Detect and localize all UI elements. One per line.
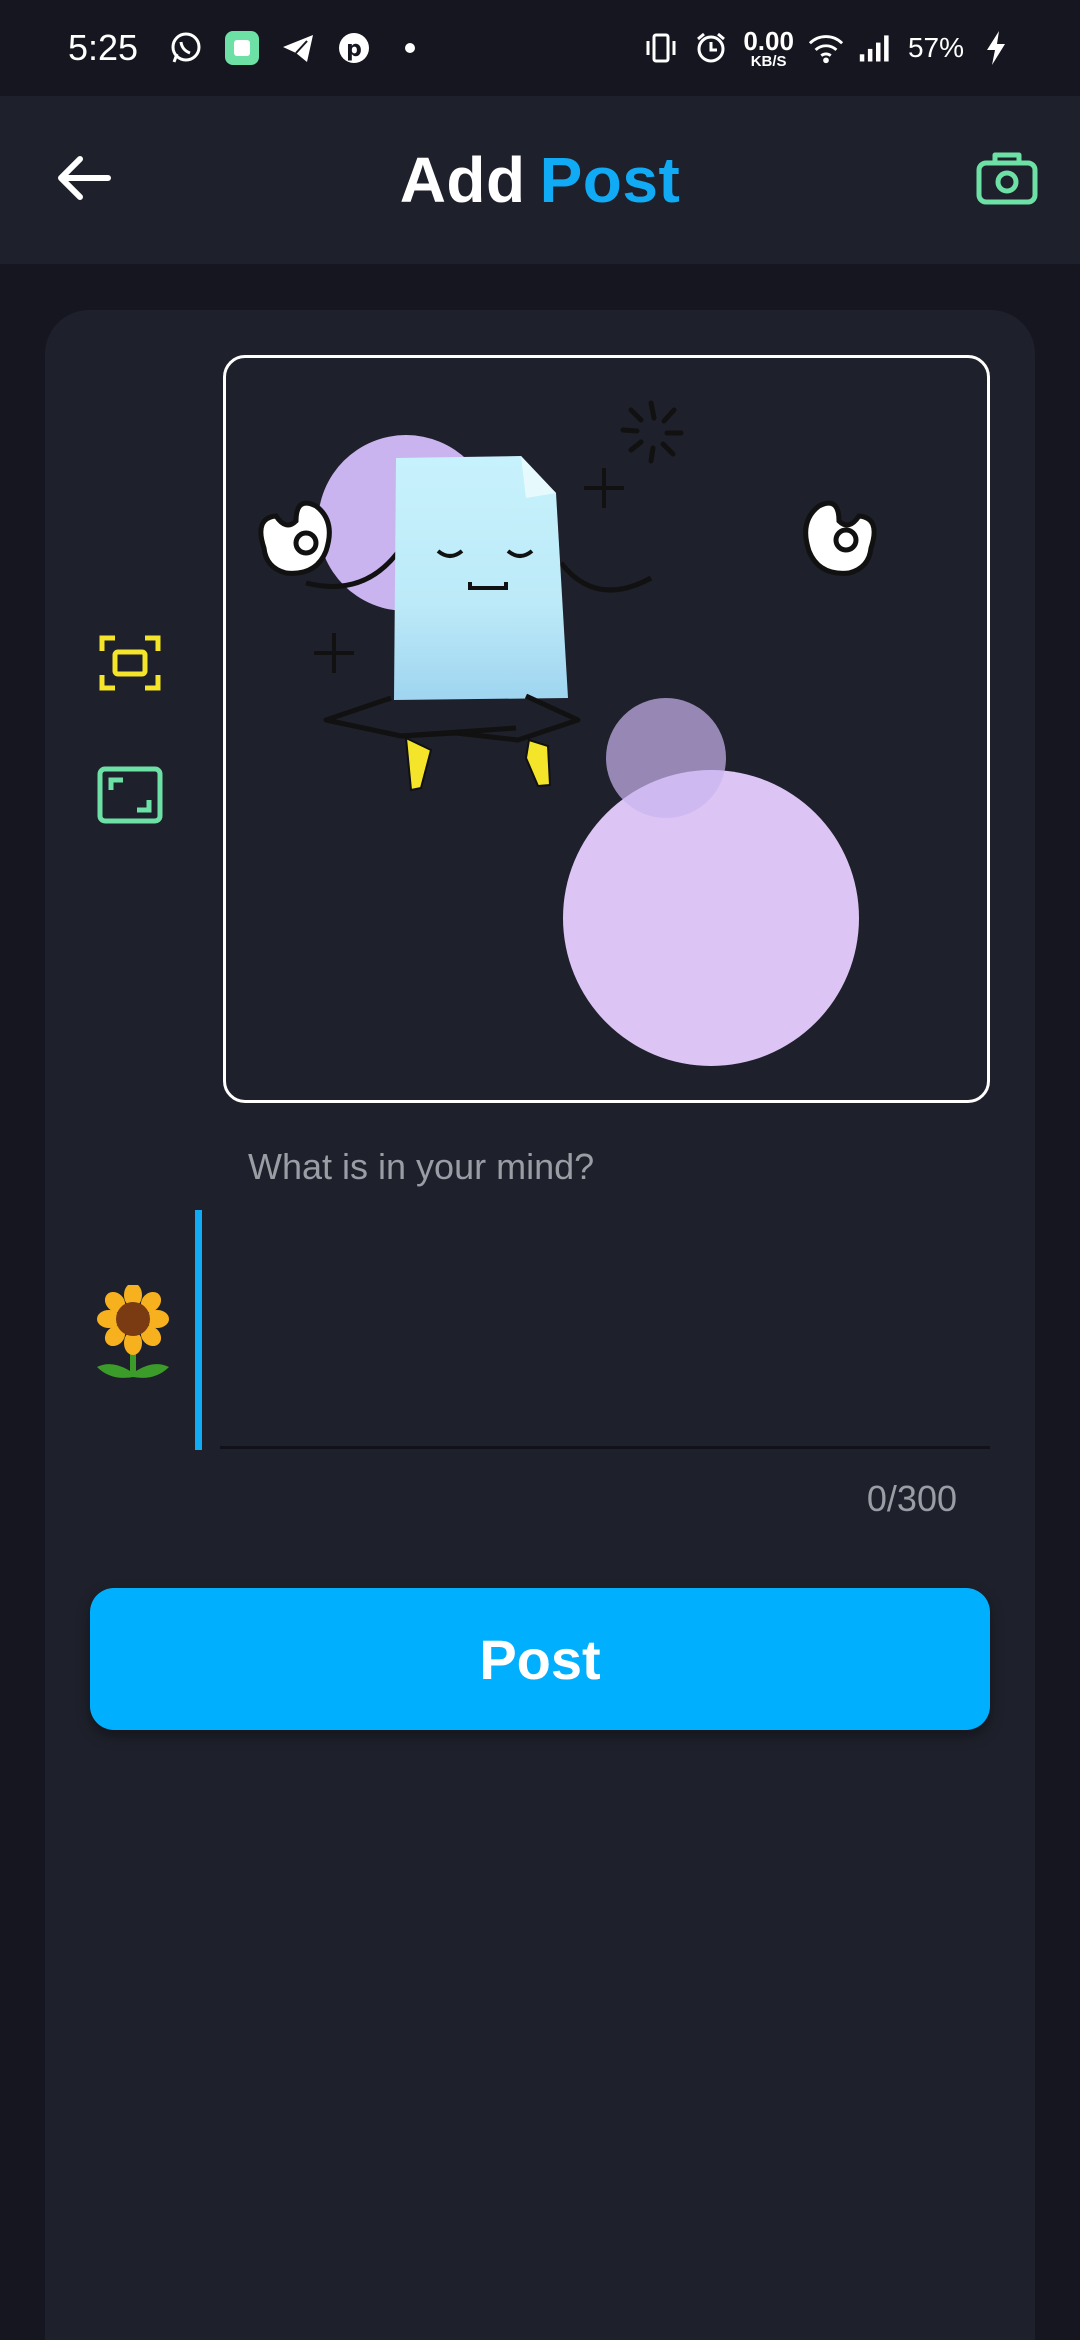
whatsapp-icon	[168, 30, 204, 66]
signal-icon	[858, 30, 894, 66]
wifi-icon	[808, 30, 844, 66]
battery-percentage: 57%	[907, 32, 964, 63]
app-square-icon	[224, 30, 260, 66]
app-bar: Add Post	[0, 96, 1080, 264]
camera-icon	[976, 152, 1038, 205]
aspect-ratio-icon	[97, 766, 163, 824]
pinterest-icon: p	[336, 30, 372, 66]
status-right: 0.00 KB/S 57%	[643, 28, 1014, 69]
svg-text:p: p	[346, 37, 362, 62]
charging-icon	[978, 30, 1014, 66]
aspect-ratio-button[interactable]	[95, 760, 165, 830]
status-left: 5:25 p	[68, 27, 428, 69]
status-time: 5:25	[68, 27, 139, 68]
net-speed-value: 0.00	[743, 25, 794, 56]
post-editor-card: What is in your mind? 0/300 Post	[45, 310, 1035, 2340]
sunflower-emoji[interactable]	[93, 1283, 173, 1385]
post-image-preview[interactable]	[223, 355, 990, 1103]
title-post: Post	[539, 144, 681, 216]
net-speed: 0.00 KB/S	[743, 28, 794, 69]
text-cursor	[195, 1210, 202, 1450]
meditating-document-illustration	[258, 400, 877, 1066]
crop-frame-icon	[99, 635, 161, 691]
post-button[interactable]: Post	[90, 1588, 990, 1730]
back-button[interactable]	[52, 146, 116, 210]
post-text-placeholder: What is in your mind?	[248, 1146, 595, 1187]
status-bar: 5:25 p 0.00 KB/S 57%	[0, 0, 1080, 96]
vibrate-icon	[643, 30, 679, 66]
net-speed-unit: KB/S	[750, 52, 787, 70]
input-underline	[220, 1446, 990, 1449]
post-text-input[interactable]	[195, 1210, 990, 1450]
title-add: Add	[399, 144, 526, 216]
arrow-left-icon	[58, 156, 111, 200]
page-title: Add Post	[400, 143, 681, 217]
character-counter: 0/300	[866, 1478, 957, 1519]
telegram-icon	[280, 30, 316, 66]
alarm-icon	[693, 30, 729, 66]
crop-tool-button[interactable]	[95, 628, 165, 698]
dot-icon	[392, 30, 428, 66]
camera-button[interactable]	[972, 146, 1042, 210]
